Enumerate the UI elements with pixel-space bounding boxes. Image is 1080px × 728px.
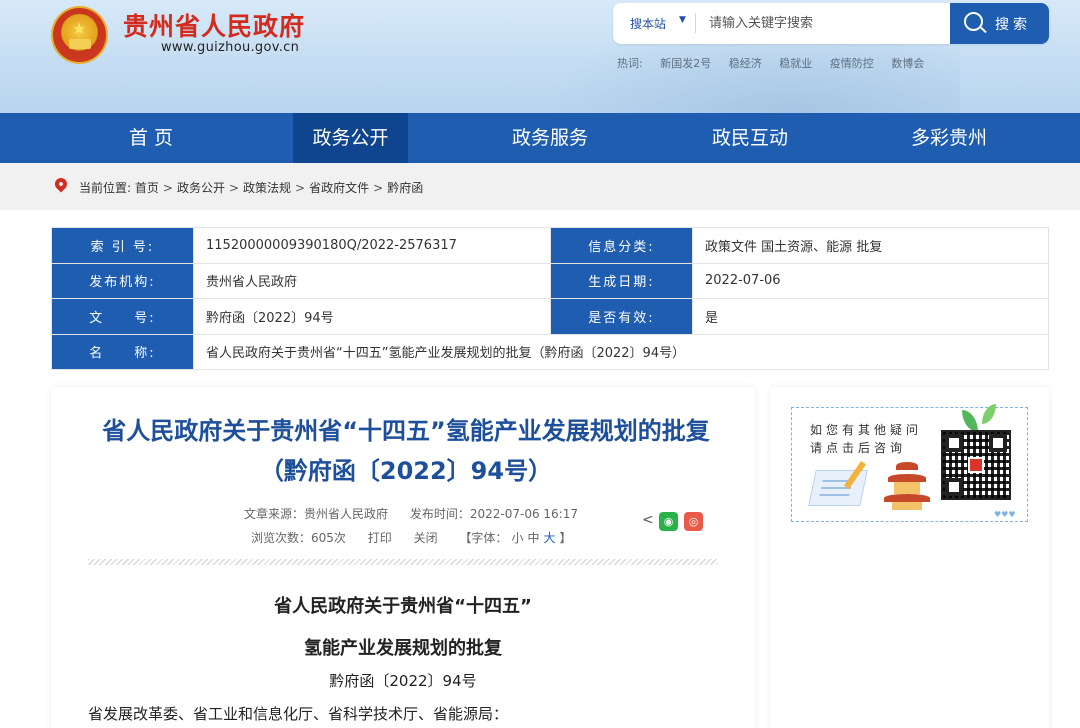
hot-words: 热词: 新国发2号 稳经济 稳就业 疫情防控 数博会 <box>617 55 938 71</box>
breadcrumb: 当前位置: 首页 > 政务公开 > 政策法规 > 省政府文件 > 黔府函 <box>79 181 424 195</box>
hearts-decoration: ♥♥♥ <box>994 510 1016 519</box>
search-button[interactable]: 搜索 <box>950 3 1049 44</box>
info-value-date: 2022-07-06 <box>692 262 1049 299</box>
breadcrumb-bar: 当前位置: 首页 > 政务公开 > 政策法规 > 省政府文件 > 黔府函 <box>0 163 1080 210</box>
table-row: 文 号: 黔府函〔2022〕94号 是否有效: 是 <box>51 298 1049 335</box>
article-tools: 浏览次数：605次 打印 关闭 【字体：小中大】 <box>251 529 576 546</box>
info-value-name: 省人民政府关于贵州省“十四五”氢能产业发展规划的批复（黔府函〔2022〕94号） <box>193 333 1049 370</box>
divider <box>88 559 718 565</box>
share-icon[interactable]: < <box>642 512 654 528</box>
document-illustration-icon <box>808 470 868 506</box>
font-size-prefix: 【字体： <box>459 531 508 545</box>
leaf-icon <box>982 404 996 424</box>
search-icon <box>964 12 983 31</box>
breadcrumb-link[interactable]: 省政府文件 <box>309 181 369 195</box>
site-url: www.guizhou.gov.cn <box>161 40 300 55</box>
breadcrumb-prefix: 当前位置: <box>79 181 132 195</box>
font-size-suffix: 】 <box>559 531 572 545</box>
info-label: 发布机构: <box>51 262 194 299</box>
info-value-issuer: 贵州省人民政府 <box>193 262 551 299</box>
info-value-category: 政策文件 国土资源、能源 批复 <box>692 227 1049 264</box>
breadcrumb-link[interactable]: 首页 <box>135 181 159 195</box>
article-views: 浏览次数：605次 <box>251 531 346 545</box>
consult-text: 如您有其他疑问 <box>810 423 923 437</box>
nav-item-home[interactable]: 首 页 <box>51 113 251 163</box>
info-label: 文 号: <box>51 298 194 335</box>
hot-word-link[interactable]: 疫情防控 <box>830 57 874 70</box>
search-divider <box>695 13 696 33</box>
info-label: 信息分类: <box>550 227 693 264</box>
hot-word-link[interactable]: 稳经济 <box>729 57 762 70</box>
consult-card[interactable]: 如您有其他疑问 请点击后咨询 ♥♥♥ <box>791 404 1028 522</box>
document-addressees: 省发展改革委、省工业和信息化厅、省科学技术厅、省能源局： <box>88 705 509 723</box>
site-title[interactable]: 贵州省人民政府 <box>123 7 305 43</box>
info-value-index: 11520000009390180Q/2022-2576317 <box>193 227 551 264</box>
breadcrumb-link[interactable]: 政策法规 <box>243 181 291 195</box>
wechat-icon[interactable]: ◉ <box>659 512 678 531</box>
article-title: 省人民政府关于贵州省“十四五”氢能产业发展规划的批复（黔府函〔2022〕94号） <box>102 417 710 485</box>
info-value-valid: 是 <box>692 298 1049 335</box>
side-panel: 如您有其他疑问 请点击后咨询 ♥♥♥ <box>770 387 1049 728</box>
leaf-icon <box>962 410 978 432</box>
font-size-large[interactable]: 大 <box>543 531 555 545</box>
article-source: 文章来源：贵州省人民政府 <box>244 507 389 521</box>
table-row: 名 称: 省人民政府关于贵州省“十四五”氢能产业发展规划的批复（黔府函〔2022… <box>51 333 1049 370</box>
font-size-medium[interactable]: 中 <box>527 531 539 545</box>
breadcrumb-link[interactable]: 黔府函 <box>387 181 423 195</box>
font-size-small[interactable]: 小 <box>511 531 523 545</box>
article-published: 发布时间：2022-07-06 16:17 <box>409 507 578 521</box>
hot-word-link[interactable]: 新国发2号 <box>660 57 711 70</box>
weibo-icon[interactable]: ◎ <box>684 512 703 531</box>
hot-word-link[interactable]: 数博会 <box>891 57 924 70</box>
main-nav: 首 页 政务公开 政务服务 政民互动 多彩贵州 <box>0 113 1080 163</box>
article-meta: 文章来源：贵州省人民政府 发布时间：2022-07-06 16:17 <box>244 505 596 522</box>
national-emblem-icon[interactable]: ★ <box>51 6 108 64</box>
document-heading: 省人民政府关于贵州省“十四五” <box>274 596 532 617</box>
search-scope-select[interactable]: 搜本站 <box>630 15 666 32</box>
pagoda-icon <box>884 462 930 510</box>
info-value-docno: 黔府函〔2022〕94号 <box>193 298 551 335</box>
nav-item-colorful-guizhou[interactable]: 多彩贵州 <box>869 113 1029 163</box>
search-box: 搜本站 ▼ 搜索 <box>613 3 1049 44</box>
document-number: 黔府函〔2022〕94号 <box>329 672 477 690</box>
hot-word-link[interactable]: 稳就业 <box>779 57 812 70</box>
breadcrumb-link[interactable]: 政务公开 <box>177 181 225 195</box>
table-row: 发布机构: 贵州省人民政府 生成日期: 2022-07-06 <box>51 262 1049 299</box>
info-label: 名 称: <box>51 333 194 370</box>
search-input[interactable] <box>709 10 939 37</box>
table-row: 索 引 号: 11520000009390180Q/2022-2576317 信… <box>51 227 1049 264</box>
info-label: 是否有效: <box>550 298 693 335</box>
nav-item-government-affairs[interactable]: 政务公开 <box>293 113 408 163</box>
info-label: 索 引 号: <box>51 227 194 264</box>
print-link[interactable]: 打印 <box>368 531 392 545</box>
site-header: ★ 贵州省人民政府 www.guizhou.gov.cn 搜本站 ▼ 搜索 热词… <box>0 0 1080 113</box>
location-pin-icon <box>52 175 70 193</box>
info-label: 生成日期: <box>550 262 693 299</box>
document-heading: 氢能产业发展规划的批复 <box>304 638 502 659</box>
nav-item-government-services[interactable]: 政务服务 <box>470 113 630 163</box>
qr-code-icon[interactable] <box>941 430 1011 500</box>
article-panel: 省人民政府关于贵州省“十四五”氢能产业发展规划的批复（黔府函〔2022〕94号）… <box>51 387 755 728</box>
chevron-down-icon[interactable]: ▼ <box>679 15 686 25</box>
document-info-table: 索 引 号: 11520000009390180Q/2022-2576317 信… <box>51 227 1049 370</box>
hot-words-label: 热词: <box>617 57 643 70</box>
close-link[interactable]: 关闭 <box>414 531 438 545</box>
nav-item-public-interaction[interactable]: 政民互动 <box>670 113 830 163</box>
search-button-label: 搜索 <box>995 17 1031 33</box>
consult-text: 请点击后咨询 <box>810 441 907 455</box>
